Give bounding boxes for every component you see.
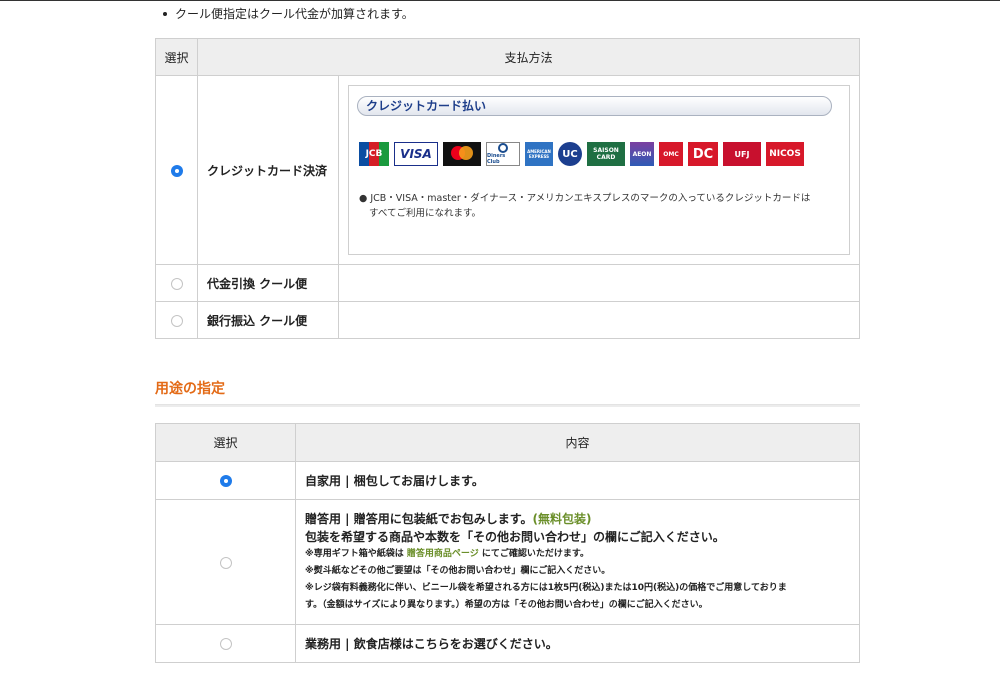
radio-bank-transfer[interactable] [170,314,183,327]
bullet-icon [163,11,167,16]
usage-section-divider [155,404,860,407]
credit-desc-line2: すべてご利用になれます。 [369,208,482,219]
usage-radio-cell [155,499,296,625]
usage-section-title: 用途の指定 [155,381,225,397]
payment-radio-cell [155,264,198,302]
usage-radio-cell [155,461,296,500]
top-divider [0,0,1000,1]
mastercard-circles-icon [451,146,473,160]
payment-radio-cell [155,301,198,339]
gift-note1-b: にてご確認いただけます。 [481,549,589,559]
credit-card-box-title: クレジットカード払い [357,96,832,116]
mastercard-logo-icon [443,142,481,166]
payment-radio-cell [155,75,198,265]
usage-col-select: 選択 [155,423,296,462]
jcb-logo-icon: JCB [359,142,389,166]
gift-note3: ※レジ袋有料義務化に伴い、ビニール袋を希望される方には1枚5円(税込)または10… [305,583,787,593]
payment-method-credit[interactable]: クレジットカード決済 [197,75,339,265]
aeon-logo-icon: AEON [630,142,654,166]
payment-empty-cell [338,301,860,339]
payment-col-method: 支払方法 [197,38,860,76]
radio-business-use[interactable] [219,638,232,650]
usage-gift: 贈答用 | 贈答用に包装紙でお包みします。(無料包装) 包装を希望する商品や本数… [295,499,860,625]
payment-method-cod[interactable]: 代金引換 クール便 [197,264,339,302]
usage-home[interactable]: 自家用 | 梱包してお届けします。 [295,461,860,500]
radio-home-use[interactable] [219,475,232,487]
gift-products-link[interactable]: 贈答用商品ページ [407,549,479,559]
diners-text: Diners Club [487,153,506,165]
gift-line1-text: 贈答用 | 贈答用に包装紙でお包みします。 [305,512,533,526]
amex-logo-icon: AMERICAN EXPRESS [525,142,553,166]
usage-business[interactable]: 業務用 | 飲食店様はこちらをお選びください。 [295,624,860,663]
credit-card-detail-cell: クレジットカード払い JCB VISA Diners Club AMERICAN… [338,75,860,265]
diners-logo-icon: Diners Club [486,142,520,166]
gift-note1-a: ※専用ギフト箱や紙袋は [305,549,404,559]
saison-logo-icon: SAISON CARD [587,142,625,166]
gift-free-badge: (無料包装) [532,512,592,526]
gift-line2: 包装を希望する商品や本数を「その他お問い合わせ」の欄にご記入ください。 [305,530,725,544]
credit-desc-line1: JCB・VISA・master・ダイナース・アメリカンエキスプレスのマークの入っ… [370,193,811,204]
gift-note1: ※専用ギフト箱や紙袋は 贈答用商品ページ にてご確認いただけます。 [305,546,850,563]
payment-table: 選択 支払方法 クレジットカード決済 クレジットカード払い JCB VISA D… [155,38,860,339]
radio-gift-use[interactable] [219,556,232,569]
usage-col-content: 内容 [295,423,860,462]
card-logos: JCB VISA Diners Club AMERICAN EXPRESS UC… [359,142,804,166]
omc-logo-icon: OMC [659,142,683,166]
note-text: クール便指定はクール代金が加算されます。 [175,7,414,21]
usage-radio-cell [155,624,296,663]
radio-cod[interactable] [170,277,183,290]
gift-note4: す。（金額はサイズにより異なります。）希望の方は「その他お問い合わせ」の欄にご記… [305,600,708,610]
payment-col-select: 選択 [155,38,198,76]
payment-empty-cell [338,264,860,302]
credit-card-box: クレジットカード払い JCB VISA Diners Club AMERICAN… [348,85,850,255]
ufj-logo-icon: UFJ [723,142,761,166]
uc-logo-icon: UC [558,142,582,166]
radio-credit-card[interactable] [170,164,183,177]
usage-table: 選択 内容 自家用 | 梱包してお届けします。 贈答用 | 贈答用に包装紙でお包… [155,423,860,663]
gift-line1[interactable]: 贈答用 | 贈答用に包装紙でお包みします。(無料包装) [305,510,850,528]
payment-method-bank[interactable]: 銀行振込 クール便 [197,301,339,339]
credit-card-description: ● JCB・VISA・master・ダイナース・アメリカンエキスプレスのマークの… [359,191,819,221]
dc-logo-icon: DC [688,142,718,166]
desc-bullet-icon: ● [359,193,368,204]
gift-note2: ※熨斗紙などその他ご要望は「その他お問い合わせ」欄にご記入ください。 [305,566,611,576]
cool-delivery-note: クール便指定はクール代金が加算されます。 [163,5,414,22]
visa-logo-icon: VISA [394,142,438,166]
nicos-logo-icon: NICOS [766,142,804,166]
